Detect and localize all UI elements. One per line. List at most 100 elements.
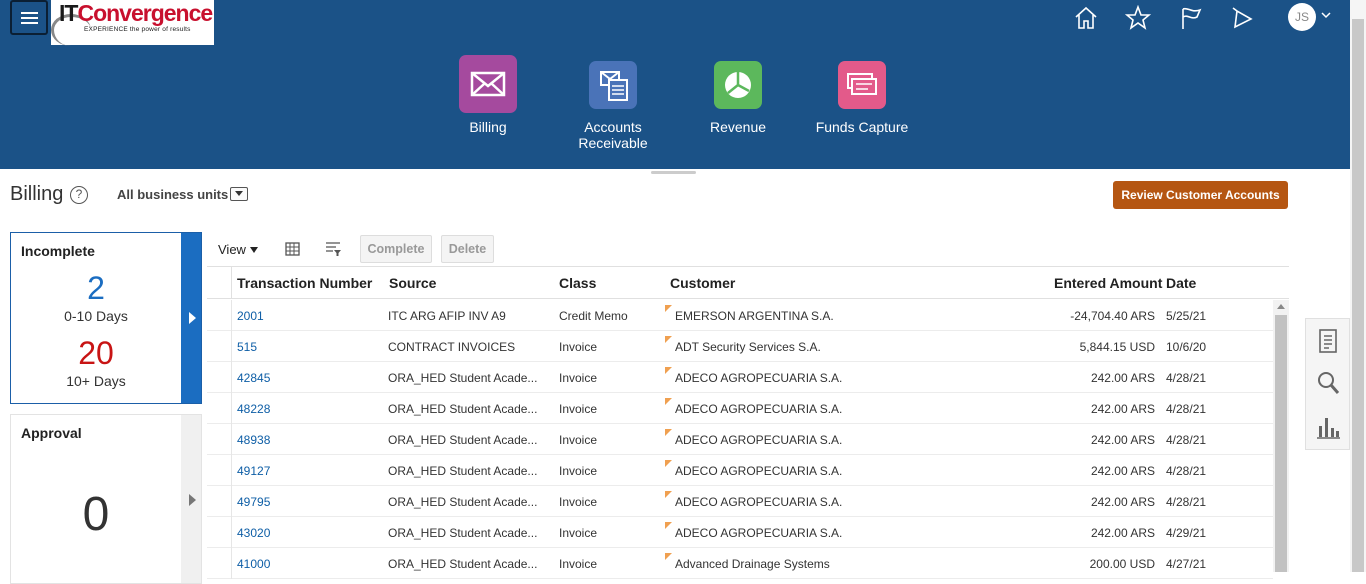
entered-amount-cell: 242.00 ARS bbox=[1090, 495, 1155, 509]
tile-accounts-receivable[interactable]: Accounts Receivable bbox=[548, 55, 678, 151]
transaction-number-link[interactable]: 49127 bbox=[237, 464, 270, 478]
page-scrollbar[interactable] bbox=[1350, 0, 1366, 572]
user-avatar[interactable]: JS bbox=[1288, 3, 1316, 31]
table-row[interactable]: 515 CONTRACT INVOICES Invoice ADT Security … bbox=[207, 331, 1273, 362]
customer-cell: ADT Security Services S.A. bbox=[675, 340, 821, 354]
company-logo[interactable]: ITConvergence EXPERIENCE the power of re… bbox=[51, 0, 214, 46]
row-flag-icon bbox=[665, 367, 672, 374]
entered-amount-cell: 242.00 ARS bbox=[1090, 371, 1155, 385]
table-scrollbar[interactable] bbox=[1273, 300, 1289, 572]
search-icon[interactable] bbox=[1315, 369, 1341, 397]
global-header: ITConvergence EXPERIENCE the power of re… bbox=[0, 0, 1366, 169]
incomplete-count-old[interactable]: 20 bbox=[11, 335, 181, 372]
view-menu[interactable]: View bbox=[218, 242, 246, 257]
range-label: 10+ Days bbox=[66, 373, 126, 389]
source-cell: CONTRACT INVOICES bbox=[388, 340, 516, 354]
table-row[interactable]: 48228 ORA_HED Student Acade... Invoice ADEC… bbox=[207, 393, 1273, 424]
source-cell: ORA_HED Student Acade... bbox=[388, 402, 538, 416]
class-cell: Invoice bbox=[559, 433, 598, 447]
watchlist-flag-icon[interactable] bbox=[1178, 5, 1204, 31]
transaction-number-link[interactable]: 48938 bbox=[237, 433, 270, 447]
chevron-right-icon bbox=[189, 494, 196, 506]
logo-tagline: EXPERIENCE the power of results bbox=[84, 26, 191, 33]
logo-text: IT bbox=[59, 0, 78, 26]
date-cell: 4/28/21 bbox=[1166, 495, 1207, 509]
side-panel bbox=[1305, 318, 1350, 450]
source-cell: ORA_HED Student Acade... bbox=[388, 526, 538, 540]
date-cell: 4/28/21 bbox=[1166, 402, 1207, 416]
source-cell: ORA_HED Student Acade... bbox=[388, 371, 538, 385]
range-label: 0-10 Days bbox=[64, 308, 128, 324]
entered-amount-cell: 200.00 USD bbox=[1089, 557, 1155, 571]
table-row[interactable]: 49127 ORA_HED Student Acade... Invoice ADEC… bbox=[207, 455, 1273, 486]
collapse-handle[interactable] bbox=[651, 171, 696, 174]
column-header[interactable]: Transaction Number bbox=[237, 275, 372, 291]
favorites-star-icon[interactable] bbox=[1125, 5, 1151, 31]
tile-revenue[interactable]: Revenue bbox=[673, 55, 803, 135]
table-row[interactable]: 43020 ORA_HED Student Acade... Invoice ADEC… bbox=[207, 517, 1273, 548]
transaction-number-link[interactable]: 2001 bbox=[237, 309, 264, 323]
row-flag-icon bbox=[665, 398, 672, 405]
table-row[interactable]: 48938 ORA_HED Student Acade... Invoice ADEC… bbox=[207, 424, 1273, 455]
approval-count[interactable]: 0 bbox=[11, 487, 181, 542]
date-cell: 5/25/21 bbox=[1166, 309, 1207, 323]
table-row[interactable]: 49795 ORA_HED Student Acade... Invoice ADEC… bbox=[207, 486, 1273, 517]
row-flag-icon bbox=[665, 429, 672, 436]
entered-amount-cell: 5,844.15 USD bbox=[1079, 340, 1155, 354]
transaction-number-link[interactable]: 49795 bbox=[237, 495, 270, 509]
freeze-columns-icon[interactable] bbox=[283, 240, 301, 258]
chevron-down-icon[interactable] bbox=[1320, 9, 1332, 21]
column-header[interactable]: Entered Amount bbox=[1054, 275, 1162, 291]
customer-cell: ADECO AGROPECUARIA S.A. bbox=[675, 433, 843, 447]
notifications-bell-icon[interactable] bbox=[1230, 5, 1256, 31]
navigator-menu-button[interactable] bbox=[10, 0, 48, 35]
transaction-number-link[interactable]: 41000 bbox=[237, 557, 270, 571]
row-flag-icon bbox=[665, 305, 672, 312]
filter-table-icon[interactable] bbox=[324, 240, 342, 258]
class-cell: Credit Memo bbox=[559, 309, 628, 323]
row-flag-icon bbox=[665, 522, 672, 529]
transaction-number-link[interactable]: 43020 bbox=[237, 526, 270, 540]
column-header[interactable]: Class bbox=[559, 275, 596, 291]
transaction-number-link[interactable]: 42845 bbox=[237, 371, 270, 385]
business-unit-label: All business units bbox=[117, 187, 229, 202]
row-flag-icon bbox=[665, 336, 672, 343]
pie-chart-icon bbox=[714, 61, 762, 109]
incomplete-card[interactable]: Incomplete 2 0-10 Days 20 10+ Days bbox=[10, 232, 202, 404]
home-icon[interactable] bbox=[1073, 5, 1099, 31]
table-row[interactable]: 2001 ITC ARG AFIP INV A9 Credit Memo EMERSO… bbox=[207, 300, 1273, 331]
column-header[interactable]: Date bbox=[1166, 275, 1196, 291]
approval-card[interactable]: Approval 0 bbox=[10, 414, 202, 584]
tile-funds-capture[interactable]: Funds Capture bbox=[797, 55, 927, 135]
transaction-number-link[interactable]: 48228 bbox=[237, 402, 270, 416]
incomplete-count-recent[interactable]: 2 bbox=[11, 270, 181, 307]
card-title: Incomplete bbox=[21, 243, 95, 259]
transaction-number-link[interactable]: 515 bbox=[237, 340, 257, 354]
delete-button[interactable]: Delete bbox=[441, 235, 494, 263]
customer-cell: Advanced Drainage Systems bbox=[675, 557, 830, 571]
help-icon[interactable]: ? bbox=[70, 186, 88, 204]
table-row[interactable]: 42845 ORA_HED Student Acade... Invoice ADEC… bbox=[207, 362, 1273, 393]
complete-button[interactable]: Complete bbox=[360, 235, 432, 263]
chevron-down-icon[interactable] bbox=[250, 247, 258, 253]
table-row[interactable]: 41000 ORA_HED Student Acade... Invoice Adva… bbox=[207, 548, 1273, 579]
column-header[interactable]: Source bbox=[389, 275, 436, 291]
column-header[interactable]: Customer bbox=[670, 275, 735, 291]
date-cell: 4/29/21 bbox=[1166, 526, 1207, 540]
card-title: Approval bbox=[21, 425, 82, 441]
card-expand-tab[interactable] bbox=[181, 233, 201, 403]
checks-icon bbox=[838, 61, 886, 109]
business-unit-dropdown[interactable] bbox=[230, 187, 248, 201]
source-cell: ORA_HED Student Acade... bbox=[388, 433, 538, 447]
entered-amount-cell: -24,704.40 ARS bbox=[1070, 309, 1155, 323]
tile-label: Funds Capture bbox=[815, 119, 909, 135]
review-customer-accounts-button[interactable]: Review Customer Accounts bbox=[1113, 181, 1288, 209]
tile-billing[interactable]: Billing bbox=[423, 55, 553, 135]
date-cell: 10/6/20 bbox=[1166, 340, 1207, 354]
source-cell: ORA_HED Student Acade... bbox=[388, 557, 538, 571]
bar-chart-icon[interactable] bbox=[1315, 413, 1341, 441]
card-expand-tab[interactable] bbox=[181, 415, 201, 583]
document-icon[interactable] bbox=[1315, 327, 1341, 355]
page-title: Billing bbox=[10, 183, 64, 205]
customer-cell: ADECO AGROPECUARIA S.A. bbox=[675, 526, 843, 540]
